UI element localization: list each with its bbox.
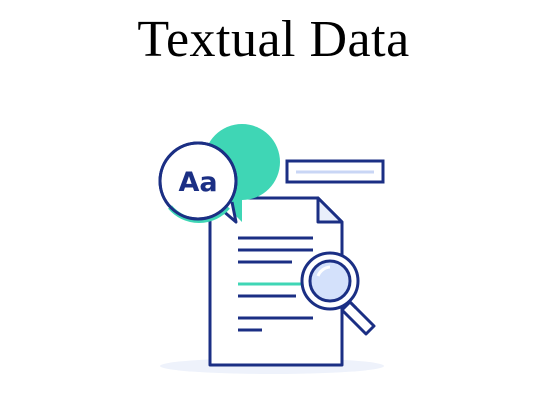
label-bar-icon (285, 159, 385, 184)
textual-data-illustration: Aa (158, 124, 385, 374)
speech-bubble-text: Aa (178, 167, 217, 198)
page: Textual Data Aa (0, 0, 547, 400)
